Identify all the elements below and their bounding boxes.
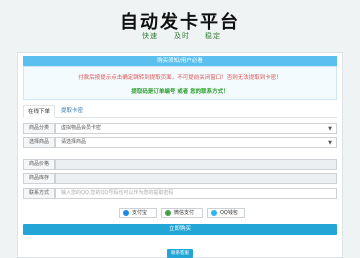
category-value: 虚拟物品会员卡密	[61, 125, 102, 131]
alipay-label: 支付宝	[132, 210, 148, 216]
wechat-icon	[165, 210, 171, 216]
product-select[interactable]: 请选择商品 ▼	[55, 137, 337, 148]
wechat-pay-button[interactable]: 微信支付	[161, 208, 203, 218]
stock-field	[55, 173, 337, 184]
tab-online-order[interactable]: 在线下单	[23, 105, 56, 118]
slogan-fast: 快速	[142, 32, 158, 40]
qq-wallet-button[interactable]: QQ钱包	[207, 208, 245, 218]
contact-row: 联系方式 输入您的QQ,您的QQ号码也可以作为您的提取密码	[23, 188, 337, 199]
price-field	[55, 159, 337, 170]
order-panel: 购买须知/用户必看 付款后按提示点击确定跳转到提取页面，不可提前关闭窗口！否则无…	[17, 52, 343, 258]
contact-label: 联系方式	[23, 188, 55, 199]
contact-service-button[interactable]: 联系客服	[167, 249, 193, 258]
tab-bar: 在线下单 提取卡密	[23, 105, 337, 118]
buy-now-button[interactable]: 立即购买	[23, 224, 337, 235]
notice-title-bar: 购买须知/用户必看	[23, 56, 337, 66]
notice-extract-code-text: 提取码是订单编号 或者 您的联系方式！	[131, 89, 229, 95]
product-value: 请选择商品	[61, 139, 87, 145]
stock-row: 商品库存	[23, 173, 337, 184]
tab-extract-card[interactable]: 提取卡密	[57, 105, 87, 118]
category-label: 商品分类	[23, 123, 55, 134]
page-header: 自动发卡平台 快速 及时 稳定	[0, 0, 360, 52]
category-row: 商品分类 虚拟物品会员卡密 ▼	[23, 123, 337, 134]
stock-label: 商品库存	[23, 173, 55, 184]
contact-input[interactable]: 输入您的QQ,您的QQ号码也可以作为您的提取密码	[55, 188, 337, 199]
price-label: 商品价格	[23, 159, 55, 170]
wechat-pay-label: 微信支付	[174, 210, 195, 216]
alipay-icon	[123, 210, 129, 216]
qq-wallet-icon	[211, 210, 217, 216]
notice-body: 付款后按提示点击确定跳转到提取页面，不可提前关闭窗口！否则无法提取到卡密！ 提取…	[23, 66, 337, 100]
qq-wallet-label: QQ钱包	[220, 210, 238, 216]
notice-warning-text: 付款后按提示点击确定跳转到提取页面，不可提前关闭窗口！否则无法提取到卡密！	[78, 75, 282, 81]
alipay-button[interactable]: 支付宝	[119, 208, 157, 218]
slogan-timely: 及时	[174, 32, 190, 40]
price-row: 商品价格	[23, 159, 337, 170]
product-label: 选择商品	[23, 137, 55, 148]
chevron-down-icon: ▼	[328, 126, 332, 132]
category-select[interactable]: 虚拟物品会员卡密 ▼	[55, 123, 337, 134]
chevron-down-icon: ▼	[328, 140, 332, 146]
slogan-stable: 稳定	[205, 32, 221, 40]
product-row: 选择商品 请选择商品 ▼	[23, 137, 337, 148]
